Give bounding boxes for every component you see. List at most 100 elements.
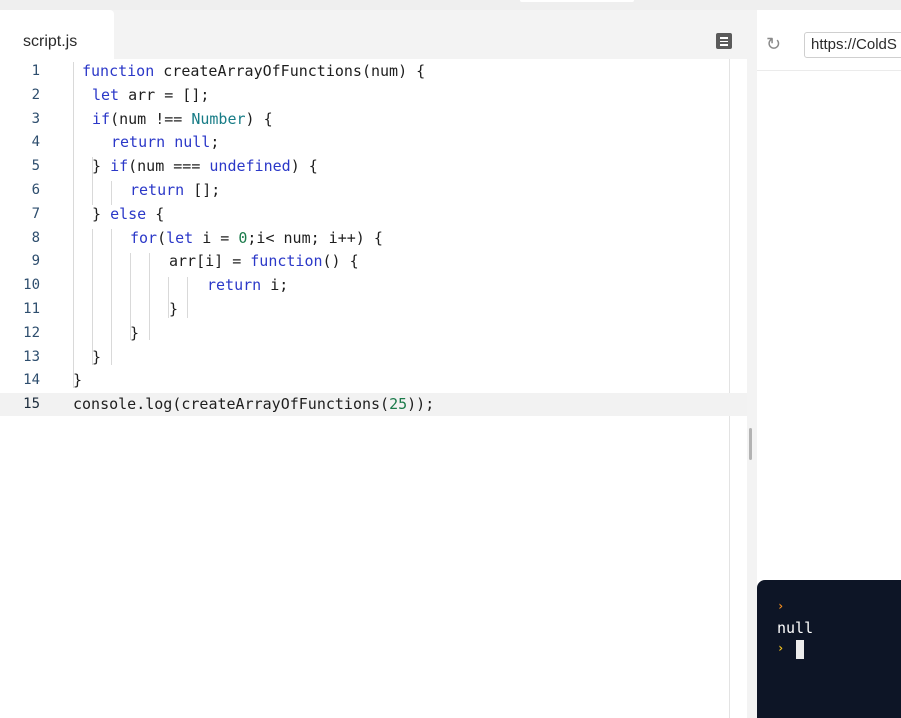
- code-line[interactable]: 7 } else {: [0, 202, 730, 226]
- code-token: }: [92, 347, 102, 366]
- code-line[interactable]: 10 return i;: [0, 273, 730, 297]
- format-document-icon[interactable]: [716, 33, 732, 49]
- code-token: i;: [261, 276, 289, 295]
- code-token: }: [92, 204, 111, 223]
- code-token: return: [130, 181, 185, 199]
- console-output: null: [777, 619, 814, 637]
- code-text: }: [73, 368, 82, 392]
- tab-label: script.js: [23, 33, 78, 50]
- code-token: let: [92, 85, 120, 104]
- code-token: function: [250, 252, 323, 271]
- code-line[interactable]: 8 for(let i = 0;i< num; i++) {: [0, 226, 730, 250]
- code-token: [];: [184, 181, 221, 199]
- code-text: return null;: [111, 130, 219, 154]
- code-token: arr = [];: [119, 85, 210, 104]
- line-number: 11: [23, 301, 40, 317]
- code-text: }: [169, 297, 178, 321]
- code-token: for: [130, 228, 158, 247]
- code-text: return i;: [207, 273, 288, 297]
- indent-guide: [111, 229, 112, 365]
- code-token: (: [157, 228, 167, 247]
- code-line[interactable]: 11}: [0, 297, 730, 321]
- console-output-prompt-icon: ›: [777, 599, 785, 613]
- indent-guide: [92, 229, 93, 365]
- line-number: 4: [31, 134, 40, 151]
- line-number: 2: [31, 86, 40, 103]
- editor-scrollbar[interactable]: [730, 59, 747, 718]
- code-line[interactable]: 4 return null;: [0, 130, 730, 154]
- line-number: 5: [31, 158, 40, 175]
- code-token: 25: [389, 395, 408, 414]
- console-input-cursor[interactable]: [796, 640, 804, 659]
- code-token: return: [111, 133, 166, 152]
- code-text: } if(num === undefined) {: [92, 154, 318, 178]
- indent-guide: [187, 277, 188, 318]
- top-tab-stub: [520, 0, 634, 2]
- code-text: function createArrayOfFunctions(num) {: [82, 59, 425, 83]
- code-token: }: [130, 323, 140, 342]
- code-text: let arr = [];: [92, 83, 209, 107]
- code-text: return [];: [130, 178, 220, 202]
- line-number: 12: [23, 324, 40, 341]
- code-token: createArrayOfFunctions(num) {: [154, 62, 426, 80]
- code-token: undefined: [209, 157, 291, 176]
- line-number: 15: [23, 396, 40, 413]
- code-token: ;: [210, 133, 220, 152]
- preview-url-field[interactable]: https://ColdS: [804, 32, 901, 58]
- code-text: } else {: [92, 202, 164, 226]
- window-top-bar: [0, 0, 901, 10]
- code-text: }: [92, 345, 101, 369]
- code-line[interactable]: 6 return [];: [0, 178, 730, 202]
- code-token: ;i< num; i++) {: [247, 228, 383, 247]
- code-line[interactable]: 15 console.log(createArrayOfFunctions(25)…: [0, 392, 730, 416]
- code-token: }: [92, 157, 111, 176]
- code-line[interactable]: 1 function createArrayOfFunctions(num) {: [0, 59, 730, 83]
- code-token: function: [82, 62, 155, 80]
- resize-handle[interactable]: [749, 428, 752, 460]
- code-token: let: [166, 228, 194, 247]
- code-text: if(num !== Number) {: [92, 107, 273, 131]
- indent-guide: [130, 253, 131, 340]
- code-line[interactable]: 14}: [0, 368, 730, 392]
- indent-guide: [73, 62, 74, 388]
- code-token: }: [73, 371, 83, 390]
- code-text: for(let i = 0;i< num; i++) {: [130, 226, 383, 250]
- preview-panel: [757, 20, 901, 571]
- line-number: 1: [31, 63, 40, 79]
- line-number: 7: [31, 205, 40, 222]
- line-number: 13: [23, 348, 40, 365]
- code-line[interactable]: 13}: [0, 345, 730, 369]
- code-token: i =: [193, 228, 239, 247]
- code-line[interactable]: 2 let arr = [];: [0, 83, 730, 107]
- code-token: else: [110, 204, 147, 223]
- code-token: }: [169, 300, 179, 318]
- code-token: arr[i] =: [169, 252, 251, 271]
- console-input-prompt-icon: ›: [777, 641, 785, 655]
- code-token: null: [174, 133, 211, 152]
- code-text: console.log(createArrayOfFunctions(25));: [73, 392, 434, 416]
- code-token: console.log(createArrayOfFunctions(: [73, 395, 390, 414]
- code-text: arr[i] = function() {: [169, 249, 359, 273]
- indent-guide: [111, 181, 112, 205]
- line-number: 8: [31, 229, 40, 246]
- line-number: 6: [31, 182, 40, 198]
- reload-icon[interactable]: ↻: [766, 34, 781, 54]
- code-token: ) {: [290, 157, 318, 176]
- line-number: 3: [31, 110, 40, 127]
- code-line[interactable]: 5 } if(num === undefined) {: [0, 154, 730, 178]
- code-line[interactable]: 9 arr[i] = function() {: [0, 249, 730, 273]
- code-token: ));: [407, 395, 435, 414]
- code-token: ) {: [245, 109, 273, 128]
- indent-guide: [92, 157, 93, 205]
- code-token: return: [207, 276, 262, 295]
- code-line[interactable]: 3 if(num !== Number) {: [0, 107, 730, 131]
- preview-toolbar-divider: [757, 70, 901, 71]
- code-token: Number: [191, 109, 246, 128]
- line-number: 10: [23, 277, 40, 294]
- code-token: (num !==: [110, 109, 192, 128]
- indent-guide: [168, 277, 169, 318]
- code-text: }: [130, 321, 139, 345]
- code-line[interactable]: 12}: [0, 321, 730, 345]
- code-token: if: [110, 157, 129, 176]
